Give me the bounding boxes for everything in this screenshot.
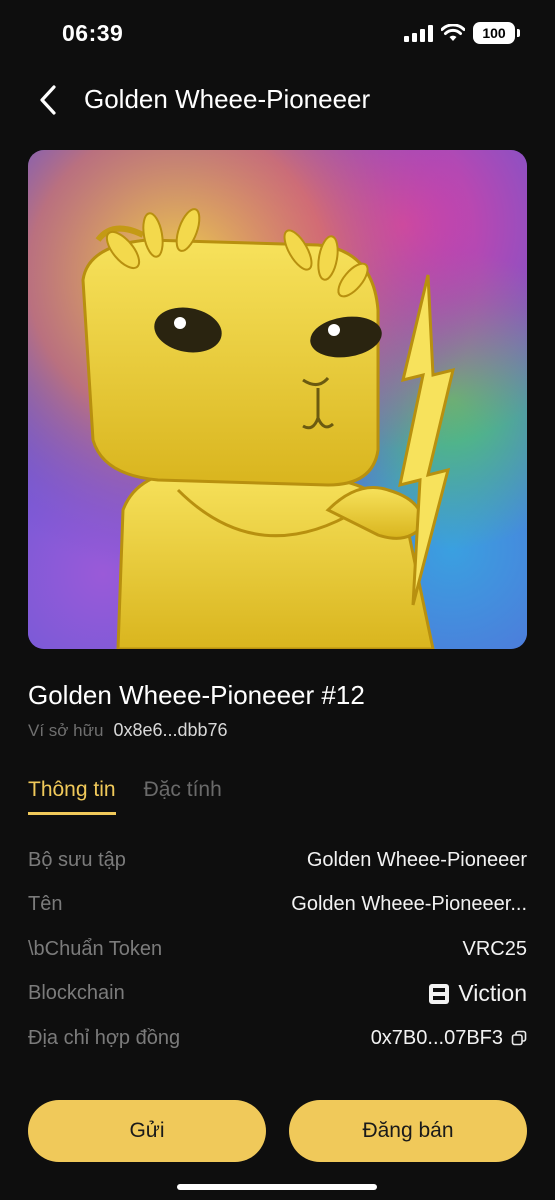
status-icons: 100 [404, 22, 520, 44]
owner-row: Ví sở hữu 0x8e6...dbb76 [28, 720, 228, 741]
header: Golden Wheee-Pioneeer [0, 72, 555, 128]
home-indicator [177, 1184, 377, 1190]
cellular-signal-icon [404, 24, 433, 42]
tab-info[interactable]: Thông tin [28, 778, 116, 815]
info-row-collection: Bộ sưu tập Golden Wheee-Pioneeer [28, 838, 527, 883]
info-label: Tên [28, 893, 63, 916]
back-button[interactable] [28, 80, 68, 120]
info-row-name: Tên Golden Wheee-Pioneeer... [28, 883, 527, 928]
contract-address-text: 0x7B0...07BF3 [370, 1026, 503, 1049]
nft-title: Golden Wheee-Pioneeer #12 [28, 680, 365, 710]
info-row-contract-address: Địa chỉ hợp đồng 0x7B0...07BF3 [28, 1016, 527, 1061]
tab-bar: Thông tin Đặc tính [28, 778, 222, 815]
info-value: Golden Wheee-Pioneeer... [291, 893, 527, 916]
info-label: Bộ sưu tập [28, 848, 126, 871]
tab-attributes[interactable]: Đặc tính [144, 778, 222, 815]
page-title: Golden Wheee-Pioneeer [84, 84, 371, 114]
info-list: Bộ sưu tập Golden Wheee-Pioneeer Tên Gol… [28, 838, 527, 1061]
battery-icon: 100 [473, 22, 520, 44]
list-for-sale-button[interactable]: Đăng bán [289, 1100, 527, 1162]
copy-icon[interactable] [511, 1030, 527, 1046]
nft-detail-screen: 06:39 100 Golden Wheee-Pioneeer Golden W… [0, 0, 555, 1200]
viction-logo-icon [429, 983, 450, 1004]
contract-address[interactable]: 0x7B0...07BF3 [371, 1027, 527, 1050]
chevron-left-icon [40, 85, 56, 115]
status-time: 06:39 [62, 20, 124, 46]
info-value-blockchain: Viction [428, 980, 527, 1007]
info-row-token-standard: \bChuẩn Token VRC25 [28, 927, 527, 972]
nft-image [28, 150, 527, 649]
send-button[interactable]: Gửi [28, 1100, 266, 1162]
info-row-blockchain: Blockchain Viction [28, 972, 527, 1017]
info-label: \bChuẩn Token [28, 937, 163, 960]
status-bar: 06:39 100 [0, 0, 555, 66]
info-value: Golden Wheee-Pioneeer [306, 848, 527, 871]
wifi-icon [441, 24, 465, 41]
owner-label: Ví sở hữu [28, 721, 104, 740]
info-label: Địa chỉ hợp đồng [28, 1026, 181, 1049]
info-label: Blockchain [28, 982, 125, 1005]
info-value: VRC25 [462, 937, 527, 960]
blockchain-name: Viction [458, 980, 527, 1007]
owner-address[interactable]: 0x8e6...dbb76 [113, 720, 227, 741]
